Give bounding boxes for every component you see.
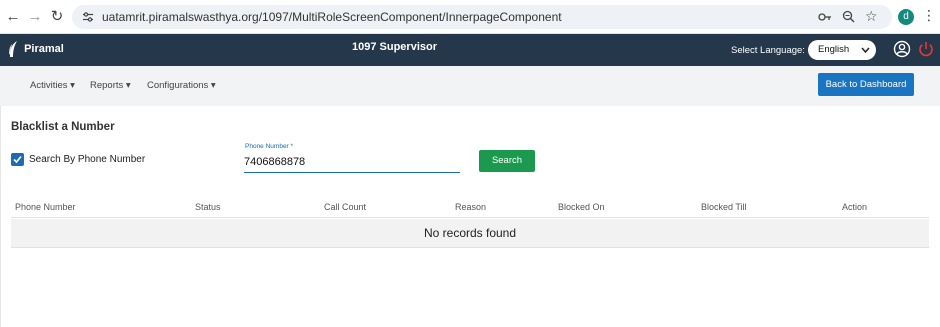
power-logout-icon[interactable] <box>917 40 935 58</box>
menu-reports[interactable]: Reports ▾ <box>90 80 131 91</box>
profile-avatar[interactable]: d <box>898 9 914 25</box>
site-settings-icon[interactable] <box>82 11 94 23</box>
brand-logo: Piramal <box>8 40 64 58</box>
language-value: English <box>818 44 850 55</box>
search-by-phone-checkbox[interactable] <box>11 153 24 166</box>
menu-bar: Activities ▾ Reports ▾ Configurations ▾ … <box>0 66 940 106</box>
checkmark-icon <box>13 155 22 164</box>
search-button[interactable]: Search <box>479 150 535 172</box>
phone-number-label: Phone Number * <box>245 143 294 150</box>
user-account-icon[interactable] <box>893 40 911 58</box>
menu-configurations[interactable]: Configurations ▾ <box>147 80 216 91</box>
page-title: Blacklist a Number <box>11 121 115 133</box>
app-header: Piramal 1097 Supervisor Select Language:… <box>0 34 940 66</box>
phone-number-input[interactable] <box>244 152 460 173</box>
menu-activities[interactable]: Activities ▾ <box>30 80 75 91</box>
column-call-count: Call Count <box>324 202 367 212</box>
column-phone-number: Phone Number <box>15 202 76 212</box>
browser-menu-icon[interactable]: ⋮ <box>922 7 936 24</box>
column-action: Action <box>842 202 868 212</box>
language-select[interactable]: English <box>808 40 876 60</box>
address-bar[interactable]: uatamrit.piramalswasthya.org/1097/MultiR… <box>72 5 892 29</box>
piramal-leaf-icon <box>9 41 17 57</box>
chevron-down-icon <box>861 40 870 67</box>
bookmark-star-icon[interactable]: ☆ <box>865 8 878 25</box>
url-text[interactable]: uatamrit.piramalswasthya.org/1097/MultiR… <box>102 10 562 24</box>
column-blocked-till: Blocked Till <box>701 202 747 212</box>
back-arrow-icon[interactable]: ← <box>4 8 22 26</box>
empty-table-message: No records found <box>11 219 929 248</box>
browser-toolbar: ← → ↻ uatamrit.piramalswasthya.org/1097/… <box>0 0 940 34</box>
brand-name: Piramal <box>24 43 64 55</box>
language-label: Select Language: <box>731 45 805 56</box>
table-header: Phone Number Status Call Count Reason Bl… <box>11 198 929 218</box>
column-reason: Reason <box>455 202 487 212</box>
search-by-phone-label[interactable]: Search By Phone Number <box>29 154 145 165</box>
column-blocked-on: Blocked On <box>558 202 605 212</box>
main-panel: Blacklist a Number Search By Phone Numbe… <box>0 106 940 327</box>
key-icon[interactable] <box>818 11 832 23</box>
zoom-icon[interactable] <box>842 10 855 23</box>
back-to-dashboard-button[interactable]: Back to Dashboard <box>818 73 914 96</box>
forward-arrow-icon[interactable]: → <box>26 8 44 26</box>
column-status: Status <box>195 202 221 212</box>
app-title: 1097 Supervisor <box>352 41 437 53</box>
reload-icon[interactable]: ↻ <box>48 8 66 26</box>
